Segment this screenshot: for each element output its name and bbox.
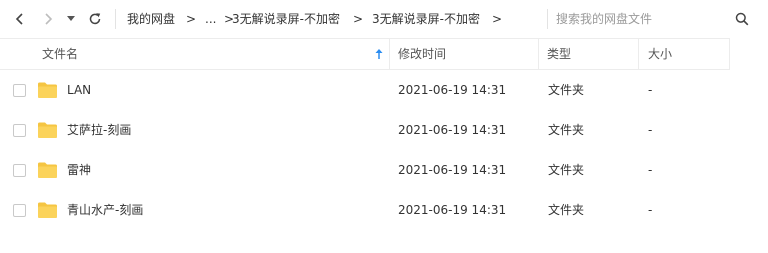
file-name[interactable]: LAN <box>67 82 91 98</box>
column-divider[interactable] <box>638 39 639 69</box>
file-row[interactable]: 雷神 2021-06-19 14:31 文件夹 - <box>0 150 768 190</box>
breadcrumb-item-root[interactable]: 我的网盘 <box>127 11 175 27</box>
breadcrumb-separator: > <box>353 12 364 26</box>
search-button[interactable] <box>732 9 752 29</box>
chevron-right-icon <box>45 13 53 25</box>
file-type: 文件夹 <box>548 163 585 177</box>
file-size: - <box>648 83 653 97</box>
column-header-size[interactable]: 大小 <box>648 39 672 69</box>
folder-icon <box>38 202 57 218</box>
column-divider[interactable] <box>729 39 730 69</box>
toolbar: 我的网盘 > ... > 3无解说录屏-不加密 > 3无解说录屏-不加密 > <box>0 0 768 38</box>
breadcrumb-item-parent[interactable]: 3无解说录屏-不加密 <box>232 11 340 27</box>
file-modified: 2021-06-19 14:31 <box>398 163 507 177</box>
toolbar-divider <box>115 9 116 29</box>
file-type: 文件夹 <box>548 123 585 137</box>
folder-icon <box>38 162 57 178</box>
column-header-modified[interactable]: 修改时间 <box>398 39 446 69</box>
history-dropdown-button[interactable] <box>64 9 78 29</box>
search-divider <box>547 9 548 29</box>
file-name[interactable]: 雷神 <box>67 162 91 178</box>
column-header-name[interactable]: 文件名 <box>42 39 78 69</box>
back-button[interactable] <box>10 9 30 29</box>
file-name[interactable]: 艾萨拉-刻画 <box>67 122 131 138</box>
breadcrumb-separator: > <box>492 12 503 26</box>
file-modified: 2021-06-19 14:31 <box>398 123 507 137</box>
row-checkbox[interactable] <box>13 84 26 97</box>
row-checkbox[interactable] <box>13 164 26 177</box>
caret-down-icon <box>67 16 75 21</box>
column-divider[interactable] <box>389 39 390 69</box>
file-modified: 2021-06-19 14:31 <box>398 203 507 217</box>
column-header-type[interactable]: 类型 <box>547 39 571 69</box>
file-row[interactable]: LAN 2021-06-19 14:31 文件夹 - <box>0 70 768 110</box>
forward-button[interactable] <box>38 9 58 29</box>
file-size: - <box>648 203 653 217</box>
file-row[interactable]: 青山水产-刻画 2021-06-19 14:31 文件夹 - <box>0 190 768 230</box>
breadcrumb-separator: > <box>186 12 197 26</box>
refresh-button[interactable] <box>85 9 105 29</box>
row-checkbox[interactable] <box>13 124 26 137</box>
file-type: 文件夹 <box>548 203 585 217</box>
folder-icon <box>38 122 57 138</box>
sort-ascending-icon[interactable] <box>373 48 385 60</box>
folder-icon <box>38 82 57 98</box>
column-divider[interactable] <box>538 39 539 69</box>
breadcrumb-item-ellipsis[interactable]: ... <box>205 11 216 27</box>
file-browser: 我的网盘 > ... > 3无解说录屏-不加密 > 3无解说录屏-不加密 > 文… <box>0 0 768 253</box>
chevron-left-icon <box>15 13 23 25</box>
search-input[interactable] <box>556 9 726 29</box>
file-modified: 2021-06-19 14:31 <box>398 83 507 97</box>
file-name[interactable]: 青山水产-刻画 <box>67 202 143 218</box>
file-size: - <box>648 163 653 177</box>
search-icon <box>735 12 749 26</box>
column-header: 文件名 修改时间 类型 大小 <box>0 38 730 70</box>
file-size: - <box>648 123 653 137</box>
breadcrumb-item-current[interactable]: 3无解说录屏-不加密 <box>372 11 480 27</box>
file-row[interactable]: 艾萨拉-刻画 2021-06-19 14:31 文件夹 - <box>0 110 768 150</box>
file-type: 文件夹 <box>548 83 585 97</box>
row-checkbox[interactable] <box>13 204 26 217</box>
refresh-icon <box>89 13 101 25</box>
